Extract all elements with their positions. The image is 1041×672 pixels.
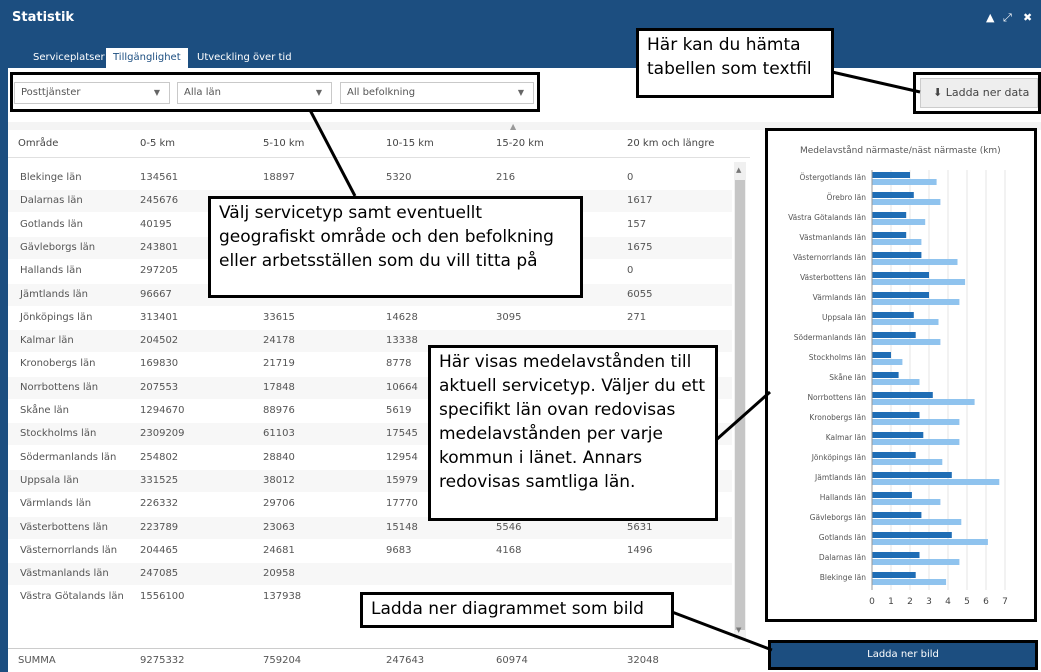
callout-download-data: Här kan du hämta tabellen som textfil [636,28,834,98]
callout-download-chart: Ladda ner diagrammet som bild [360,592,674,628]
callout-connectors [308,70,921,652]
statistics-window: Statistik ▲ ⤢ ✖ Serviceplatser Tillgängl… [0,0,1041,672]
callout-chart-info: Här visas medelavstånden till aktuell se… [428,345,718,521]
callout-select-filters: Välj servicetyp samt eventuellt geografi… [208,196,583,298]
